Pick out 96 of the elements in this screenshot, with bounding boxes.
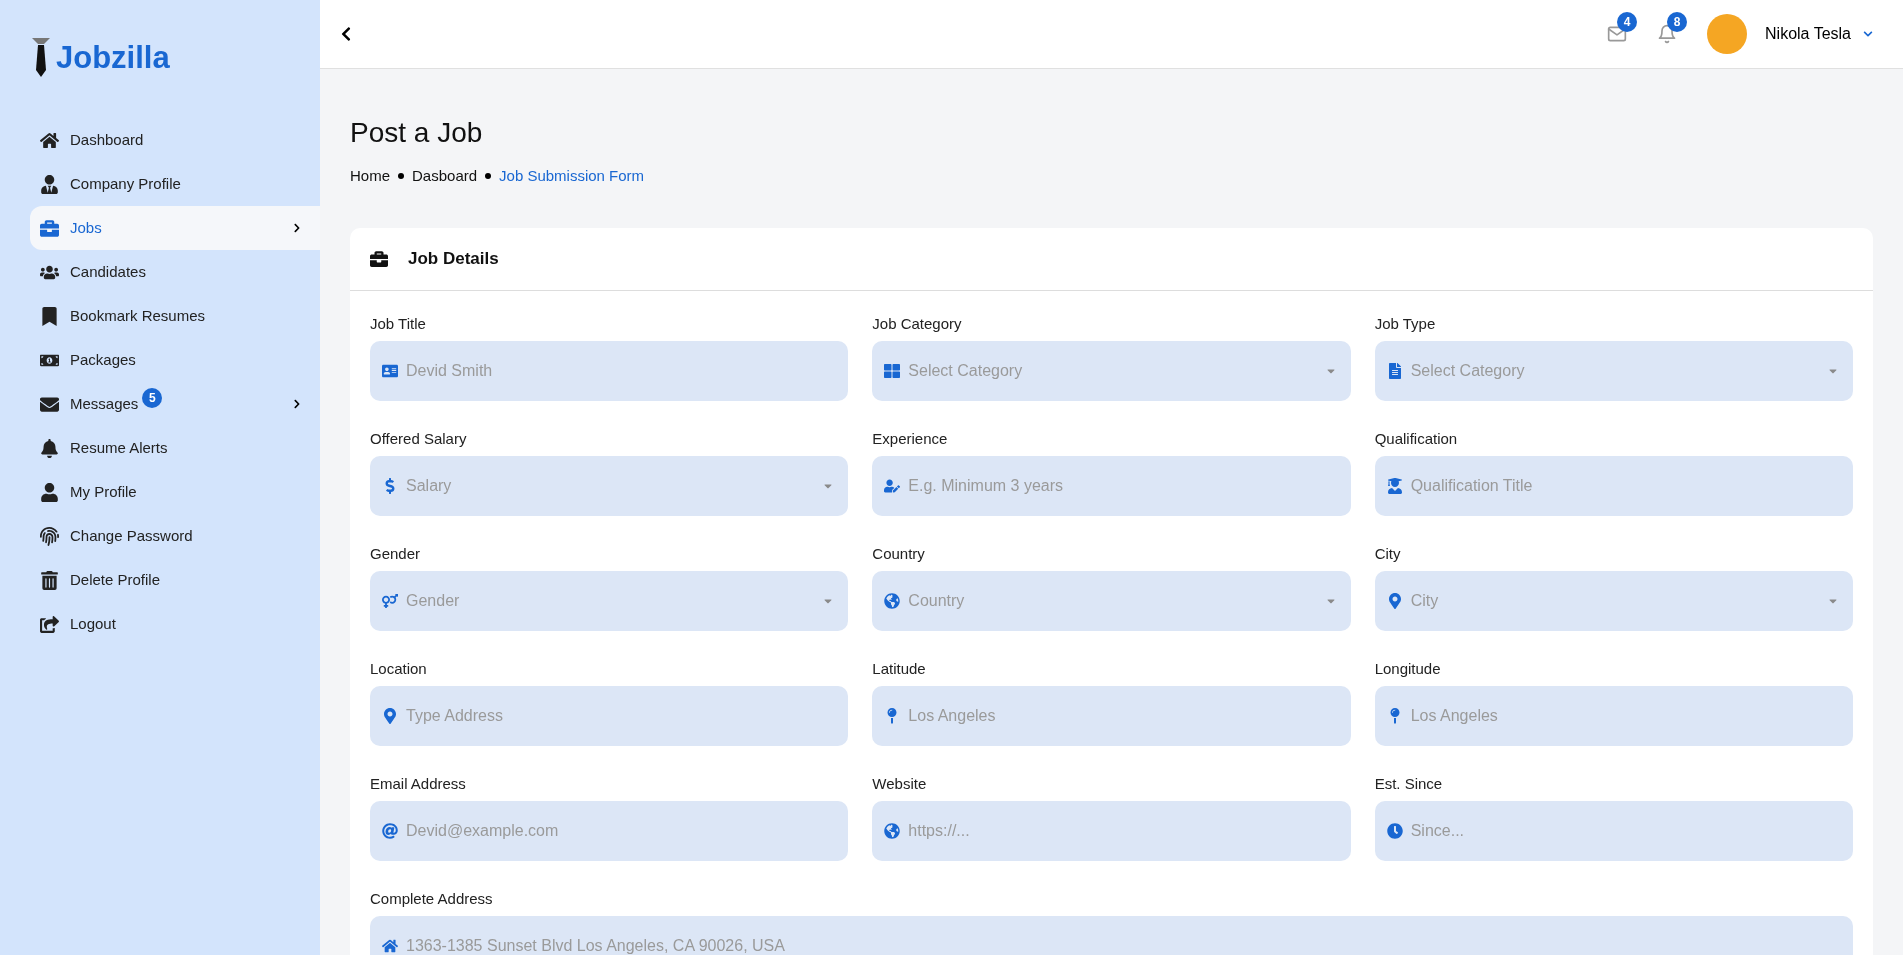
- nav-item[interactable]: Messages 5: [30, 382, 320, 426]
- nav-label: My Profile: [70, 481, 137, 502]
- input-field[interactable]: Devid@example.com: [370, 800, 849, 861]
- nav-label: Packages: [70, 349, 136, 370]
- field-label: Est. Since: [1374, 773, 1444, 794]
- grid-icon: [884, 362, 901, 379]
- user-edit-icon: [884, 477, 901, 494]
- bookmark-icon: [40, 306, 59, 326]
- nav-item[interactable]: Jobs: [30, 206, 320, 250]
- trash-icon: [40, 570, 59, 590]
- field-label: Latitude: [872, 658, 927, 679]
- breadcrumb-link[interactable]: Job Submission Form: [499, 165, 645, 188]
- caret-icon[interactable]: [1863, 29, 1873, 39]
- house-icon: [40, 130, 59, 150]
- nav-item[interactable]: Packages: [30, 338, 320, 382]
- field-label: Offered Salary: [370, 428, 468, 449]
- input-field[interactable]: https://...: [872, 800, 1351, 861]
- map-marker-icon: [382, 707, 398, 724]
- bell-icon[interactable]: [1657, 24, 1678, 44]
- nav-label: Change Password: [70, 525, 193, 546]
- input-field[interactable]: E.g. Minimum 3 years: [872, 455, 1351, 516]
- field-label: Job Title: [370, 313, 427, 334]
- field-label: Gender: [370, 543, 422, 564]
- input-field[interactable]: 1363-1385 Sunset Blvd Los Angeles, CA 90026, USA: [370, 915, 1853, 955]
- select-field[interactable]: Select Category: [872, 340, 1351, 401]
- envelope-icon: [40, 394, 59, 414]
- count-badge: 5: [142, 388, 163, 408]
- fingerprint-icon: [40, 526, 59, 546]
- page-title: Post a Job: [350, 116, 484, 150]
- nav-item[interactable]: Change Password: [30, 514, 320, 558]
- field-label: Job Category: [872, 313, 963, 334]
- at-icon: [382, 822, 398, 839]
- globe-icon: [884, 592, 901, 609]
- mail-icon[interactable]: [1607, 24, 1628, 44]
- nav-label: Logout: [70, 613, 116, 634]
- field-label: Qualification: [1374, 428, 1459, 449]
- nav-label: Messages: [70, 393, 139, 414]
- field-label: Email Address: [370, 773, 467, 794]
- graduate-icon: [1386, 477, 1403, 494]
- nav-label: Jobs: [70, 217, 102, 238]
- necktie-icon: [30, 36, 52, 78]
- input-field[interactable]: Los Angeles: [872, 685, 1351, 746]
- nav-label: Company Profile: [70, 173, 181, 194]
- house-icon: [382, 937, 398, 954]
- input-field[interactable]: Devid Smith: [370, 340, 849, 401]
- clock-icon: [1386, 822, 1403, 839]
- nav-item[interactable]: My Profile: [30, 470, 320, 514]
- input-field[interactable]: Los Angeles: [1374, 685, 1853, 746]
- select-field[interactable]: Select Category: [1374, 340, 1853, 401]
- nav-item[interactable]: Company Profile: [30, 162, 320, 206]
- gender-icon: [382, 592, 398, 609]
- field-label: Location: [370, 658, 428, 679]
- document-icon: [1386, 362, 1403, 379]
- nav-item[interactable]: Dashboard: [30, 118, 320, 162]
- card-title: Job Details: [408, 247, 499, 270]
- select-field[interactable]: City: [1374, 570, 1853, 631]
- nav-label: Bookmark Resumes: [70, 305, 206, 326]
- nav-item[interactable]: Logout: [30, 602, 320, 646]
- select-field[interactable]: Gender: [370, 570, 849, 631]
- bell-icon: [40, 438, 59, 458]
- field-label: Experience: [872, 428, 949, 449]
- bullet-icon: [398, 173, 404, 180]
- select-field[interactable]: Country: [872, 570, 1351, 631]
- input-field[interactable]: Since...: [1374, 800, 1853, 861]
- nav-item[interactable]: Candidates: [30, 250, 320, 294]
- map-marker-icon: [1386, 592, 1403, 609]
- nav-label: Candidates: [70, 261, 146, 282]
- breadcrumb-link[interactable]: Home: [350, 165, 390, 188]
- nav-label: Dashboard: [70, 129, 144, 150]
- field-label: Country: [872, 543, 926, 564]
- bullet-icon: [485, 173, 492, 180]
- briefcase-icon: [40, 218, 59, 238]
- nav-item[interactable]: Delete Profile: [30, 558, 320, 602]
- nav-label: Resume Alerts: [70, 437, 168, 458]
- user-tie-icon: [40, 174, 59, 194]
- logo-text: Jobzilla: [56, 41, 170, 73]
- input-field[interactable]: Type Address: [370, 685, 849, 746]
- field-label: Website: [872, 773, 928, 794]
- field-label: Longitude: [1374, 658, 1442, 679]
- field-label: City: [1374, 543, 1402, 564]
- select-field[interactable]: Salary: [370, 455, 849, 516]
- nav-item[interactable]: Bookmark Resumes: [30, 294, 320, 338]
- breadcrumb-link[interactable]: Dasboard: [412, 165, 478, 188]
- user-name[interactable]: Nikola Tesla: [1765, 22, 1851, 46]
- nav-item[interactable]: Resume Alerts: [30, 426, 320, 470]
- field-label: Complete Address: [370, 888, 494, 909]
- globe-icon: [884, 822, 901, 839]
- field-label: Job Type: [1374, 313, 1437, 334]
- logout-icon: [40, 614, 59, 634]
- nav-label: Delete Profile: [70, 569, 161, 590]
- briefcase-icon: [370, 249, 388, 268]
- input-field[interactable]: Qualification Title: [1374, 455, 1853, 516]
- count-badge: 4: [1617, 12, 1638, 32]
- user-icon: [40, 482, 59, 502]
- count-badge: 8: [1667, 12, 1688, 32]
- id-card-icon: [382, 362, 398, 379]
